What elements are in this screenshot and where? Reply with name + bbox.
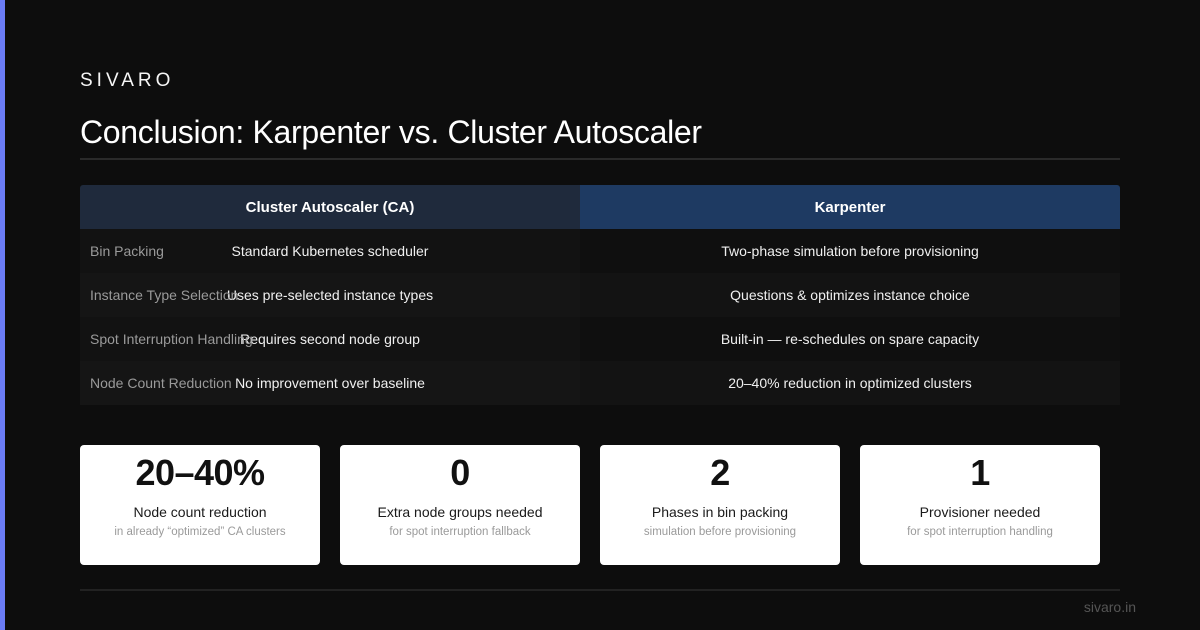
karpenter-value: Questions & optimizes instance choice bbox=[580, 273, 1120, 317]
brand-logo: SIVARO bbox=[80, 70, 175, 91]
table-row: No improvement over baseline Node Count … bbox=[80, 361, 1120, 405]
stat-label: Extra node groups needed bbox=[377, 504, 543, 520]
table-row: Requires second node group Spot Interrup… bbox=[80, 317, 1120, 361]
karpenter-value: 20–40% reduction in optimized clusters bbox=[580, 361, 1120, 405]
stat-card-node-reduction: 20–40% Node count reduction in already “… bbox=[80, 445, 320, 565]
ca-cell: Requires second node group Spot Interrup… bbox=[80, 317, 580, 361]
header-karpenter: Karpenter bbox=[580, 185, 1120, 229]
table-header: Cluster Autoscaler (CA) Karpenter bbox=[80, 185, 1120, 229]
table-row: Standard Kubernetes scheduler Bin Packin… bbox=[80, 229, 1120, 273]
table-row: Uses pre-selected instance types Instanc… bbox=[80, 273, 1120, 317]
stats-row: 20–40% Node count reduction in already “… bbox=[80, 445, 1100, 565]
stat-card-bin-packing-phases: 2 Phases in bin packing simulation befor… bbox=[600, 445, 840, 565]
stat-label: Phases in bin packing bbox=[651, 504, 789, 520]
stat-card-provisioner: 1 Provisioner needed for spot interrupti… bbox=[860, 445, 1100, 565]
row-label: Instance Type Selection bbox=[90, 287, 239, 303]
stat-subtext: for spot interruption handling bbox=[907, 526, 1053, 538]
accent-bar bbox=[0, 0, 5, 630]
footer-divider bbox=[80, 589, 1120, 591]
header-cluster-autoscaler: Cluster Autoscaler (CA) bbox=[80, 185, 580, 229]
stat-card-extra-node-groups: 0 Extra node groups needed for spot inte… bbox=[340, 445, 580, 565]
ca-cell: Uses pre-selected instance types Instanc… bbox=[80, 273, 580, 317]
stat-label: Node count reduction bbox=[133, 504, 267, 520]
row-label: Spot Interruption Handling bbox=[90, 331, 253, 347]
page-title: Conclusion: Karpenter vs. Cluster Autosc… bbox=[80, 114, 702, 150]
ca-cell: No improvement over baseline Node Count … bbox=[80, 361, 580, 405]
karpenter-value: Built-in — re-schedules on spare capacit… bbox=[580, 317, 1120, 361]
row-label: Bin Packing bbox=[90, 243, 164, 259]
stat-label: Provisioner needed bbox=[919, 504, 1041, 520]
stat-subtext: simulation before provisioning bbox=[643, 526, 797, 538]
stat-subtext: for spot interruption fallback bbox=[389, 526, 531, 538]
row-label: Node Count Reduction bbox=[90, 375, 232, 391]
stat-value: 1 bbox=[970, 452, 990, 493]
comparison-table: Cluster Autoscaler (CA) Karpenter Standa… bbox=[80, 185, 1120, 405]
footer-url[interactable]: sivaro.in bbox=[1084, 599, 1136, 615]
title-divider bbox=[80, 158, 1120, 160]
stat-value: 20–40% bbox=[135, 452, 265, 493]
stat-subtext: in already “optimized” CA clusters bbox=[114, 526, 286, 538]
ca-cell: Standard Kubernetes scheduler Bin Packin… bbox=[80, 229, 580, 273]
stat-value: 2 bbox=[710, 452, 730, 493]
karpenter-value: Two-phase simulation before provisioning bbox=[580, 229, 1120, 273]
stat-value: 0 bbox=[450, 452, 470, 493]
